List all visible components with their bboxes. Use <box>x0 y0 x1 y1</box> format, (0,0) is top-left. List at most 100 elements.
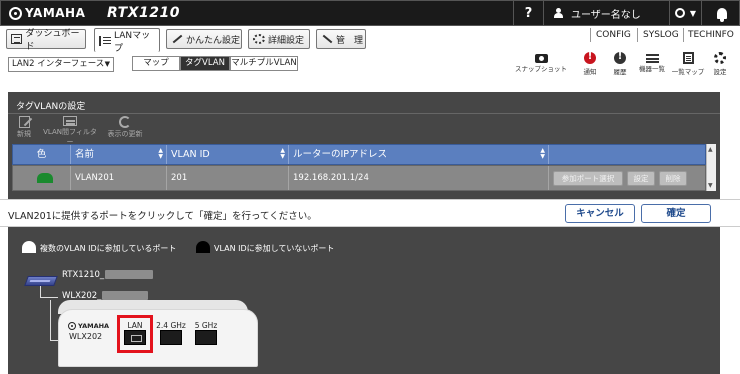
tool-label: 履歴 <box>613 68 627 76</box>
tool-label: スナップショット <box>515 65 567 73</box>
dashboard-icon <box>11 34 23 44</box>
syslog-link[interactable]: SYSLOG <box>643 30 679 40</box>
ap-model: WLX202 <box>69 332 103 341</box>
router-icon[interactable] <box>24 276 58 286</box>
cancel-button[interactable]: キャンセル <box>565 204 635 223</box>
router-name: RTX1210_ <box>62 270 105 280</box>
ap-brand: YAMAHA <box>68 322 109 330</box>
tab-lan-map[interactable]: LANマップ <box>94 28 160 54</box>
wrench-icon <box>321 34 333 44</box>
alert-icon <box>584 51 596 64</box>
wifi-5ghz-port[interactable] <box>195 330 217 345</box>
refresh-icon <box>119 116 131 128</box>
lan-port-highlight <box>117 315 153 353</box>
user-name: ユーザー名なし <box>571 9 641 21</box>
tab-management[interactable]: 管 理 <box>316 29 366 49</box>
help-button[interactable]: ? <box>513 1 543 25</box>
tab-label: 管 理 <box>336 35 364 46</box>
brand-name: YAMAHA <box>25 6 86 20</box>
table-row[interactable]: VLAN201 201 192.168.201.1/24 参加ポート選択 設定 … <box>12 165 706 191</box>
tab-label: かんたん設定 <box>186 35 241 46</box>
tab-easy-setup[interactable]: かんたん設定 <box>166 29 242 49</box>
list-icon <box>645 54 659 63</box>
view-tag-vlan[interactable]: タグVLAN <box>180 56 230 71</box>
history-icon <box>614 51 626 64</box>
sort-icon: ▲ ▼ <box>158 147 163 160</box>
port-label-2-4ghz: 2.4 GHz <box>156 321 186 330</box>
status-ring-icon <box>674 8 685 18</box>
tool-label: 通知 <box>583 68 597 76</box>
wifi-2-4ghz-port[interactable] <box>160 330 182 345</box>
column-color: 色 <box>13 145 71 164</box>
user-menu[interactable]: ユーザー名なし <box>543 1 669 25</box>
tool-label: 機器一覧 <box>639 65 665 73</box>
router-label[interactable]: RTX1210_ <box>62 270 154 280</box>
techinfo-link[interactable]: TECHINFO <box>688 30 734 40</box>
cell-name: VLAN201 <box>71 166 167 190</box>
row-delete-button[interactable]: 削除 <box>659 171 687 186</box>
snapshot-button[interactable]: スナップショット <box>514 52 568 73</box>
action-label: 表示の更新 <box>107 130 143 138</box>
filter-icon <box>63 116 77 126</box>
camera-icon <box>534 54 548 63</box>
settings-tool[interactable]: 設定 <box>700 52 740 76</box>
connection-line <box>50 300 51 340</box>
table-scrollbar[interactable]: ▲ ▼ <box>706 144 716 191</box>
scroll-down-icon: ▼ <box>708 182 713 189</box>
column-label: 名前 <box>75 149 95 160</box>
legend-multi-vlan: 複数のVLAN IDに参加しているポート <box>40 244 177 253</box>
page-icon <box>682 52 694 64</box>
column-vlan-id[interactable]: VLAN ID ▲ ▼ <box>167 145 289 164</box>
no-vlan-port-icon <box>196 241 210 253</box>
wand-icon <box>171 34 183 44</box>
edit-icon <box>18 116 30 128</box>
cell-router-ip: 192.168.201.1/24 <box>289 166 549 190</box>
vlan-color-swatch <box>37 173 53 183</box>
tab-dashboard[interactable]: ダッシュボード <box>6 29 86 52</box>
link-divider <box>683 28 684 42</box>
config-link[interactable]: CONFIG <box>596 30 631 40</box>
row-settings-button[interactable]: 設定 <box>627 171 655 186</box>
link-divider <box>637 28 638 42</box>
top-bar: YAMAHA RTX1210 ? ユーザー名なし ▼ <box>0 0 740 26</box>
view-map[interactable]: マップ <box>132 56 180 71</box>
yamaha-logo-icon <box>9 6 22 20</box>
vlan-table-header: 色 名前 ▲ ▼ VLAN ID ▲ ▼ ルーターのIPアドレス ▲ ▼ <box>12 144 706 165</box>
column-name[interactable]: 名前 ▲ ▼ <box>71 145 167 164</box>
column-label: VLAN ID <box>171 149 210 160</box>
column-router-ip[interactable]: ルーターのIPアドレス ▲ ▼ <box>289 145 549 164</box>
bell-icon <box>716 7 727 22</box>
legend-no-vlan: VLAN IDに参加していないポート <box>214 244 335 253</box>
interface-select-value: LAN2 インターフェース <box>12 59 105 69</box>
scroll-up-icon: ▲ <box>708 146 713 153</box>
vlan-filter-button[interactable]: VLAN間フィルター <box>40 116 100 147</box>
chevron-down-icon: ▼ <box>104 60 110 68</box>
gear-icon <box>714 52 726 64</box>
yamaha-logo-icon <box>68 322 76 330</box>
sort-icon: ▲ ▼ <box>280 147 285 160</box>
tab-label: ダッシュボード <box>25 29 80 52</box>
interface-select[interactable]: LAN2 インターフェース ▼ <box>8 57 114 72</box>
connection-line <box>40 297 58 298</box>
tool-label: 設定 <box>713 68 727 76</box>
confirm-button[interactable]: 確定 <box>641 204 711 223</box>
instruction-text: VLAN201に提供するポートをクリックして「確定」を行ってください。 <box>8 211 317 222</box>
column-label: ルーターのIPアドレス <box>293 149 388 160</box>
tab-advanced-setup[interactable]: 詳細設定 <box>248 29 310 49</box>
instruction-bar: VLAN201に提供するポートをクリックして「確定」を行ってください。 キャンセ… <box>0 199 740 227</box>
connection-line <box>50 340 58 341</box>
select-ports-button[interactable]: 参加ポート選択 <box>553 171 623 186</box>
tab-label: LANマップ <box>113 30 151 54</box>
new-button[interactable]: 新規 <box>12 116 36 139</box>
chevron-down-icon: ▼ <box>689 8 697 18</box>
brand-logo: YAMAHA <box>9 6 85 20</box>
panel-title: タグVLANの設定 <box>16 102 86 112</box>
redacted-block <box>102 291 149 300</box>
user-icon <box>554 8 563 18</box>
notification-button[interactable] <box>701 1 740 25</box>
gear-icon <box>253 34 265 44</box>
view-multiple-vlan[interactable]: マルチプルVLAN <box>230 56 298 71</box>
refresh-button[interactable]: 表示の更新 <box>104 116 146 139</box>
status-dropdown[interactable]: ▼ <box>669 1 701 25</box>
port-label-5ghz: 5 GHz <box>194 321 218 330</box>
